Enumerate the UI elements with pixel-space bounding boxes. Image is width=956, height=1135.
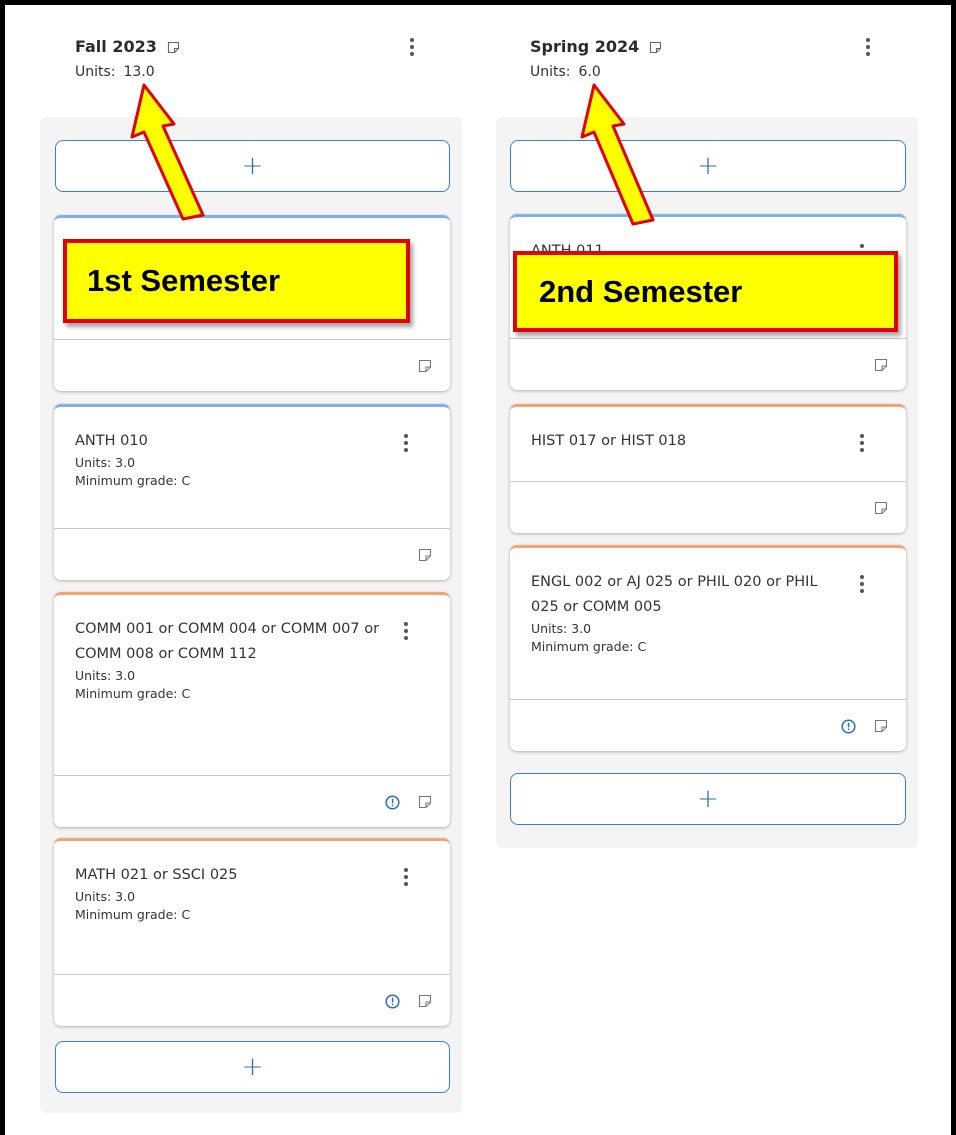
units-value: 6.0 — [578, 64, 601, 80]
note-icon[interactable] — [874, 719, 888, 733]
card-footer — [510, 699, 906, 751]
plus-icon: + — [241, 1052, 264, 1082]
more-vertical-icon[interactable] — [859, 575, 865, 593]
term-units: Units: 6.0 — [530, 64, 661, 80]
note-icon[interactable] — [874, 358, 888, 372]
note-icon[interactable] — [418, 548, 432, 562]
course-title: ENGL 002 or AJ 025 or PHIL 020 or PHIL 0… — [531, 574, 818, 615]
warning-circle-icon[interactable] — [385, 993, 400, 1009]
card-footer — [510, 338, 906, 390]
course-title: MATH 021 or SSCI 025 — [75, 867, 238, 883]
note-icon[interactable] — [167, 41, 179, 53]
plus-icon: + — [241, 151, 264, 181]
course-title: HIST 017 or HIST 018 — [531, 433, 687, 449]
term-header-fall-2023: Fall 2023 Units: 13.0 — [75, 37, 179, 80]
plus-icon: + — [697, 784, 719, 814]
add-course-button-bottom[interactable]: + — [55, 1041, 450, 1093]
callout-2nd-semester: 2nd Semester — [513, 251, 898, 332]
card-footer — [54, 775, 450, 827]
note-icon[interactable] — [418, 359, 432, 373]
course-card[interactable]: ENGL 002 or AJ 025 or PHIL 020 or PHIL 0… — [510, 545, 906, 751]
card-footer — [54, 528, 450, 580]
term-units: Units: 13.0 — [75, 64, 179, 80]
course-title: ANTH 010 — [75, 433, 148, 449]
term-title: Spring 2024 — [530, 37, 640, 56]
course-card[interactable]: MATH 021 or SSCI 025 Units: 3.0 Minimum … — [54, 838, 450, 1026]
course-min-grade: Minimum grade: C — [75, 907, 191, 922]
note-icon[interactable] — [649, 41, 662, 53]
more-vertical-icon[interactable] — [403, 434, 409, 452]
course-min-grade: Minimum grade: C — [531, 639, 647, 654]
course-card[interactable]: ANTH 010 Units: 3.0 Minimum grade: C — [54, 404, 450, 580]
course-units: Units: 3.0 — [75, 668, 136, 683]
warning-circle-icon[interactable] — [385, 794, 400, 810]
arrow-up-icon — [580, 83, 655, 226]
card-footer — [54, 339, 450, 391]
more-vertical-icon[interactable] — [409, 38, 415, 56]
note-icon[interactable] — [418, 795, 432, 809]
course-units: Units: 3.0 — [531, 621, 592, 636]
note-icon[interactable] — [418, 994, 432, 1008]
more-vertical-icon[interactable] — [403, 622, 409, 640]
more-vertical-icon[interactable] — [865, 38, 871, 56]
note-icon[interactable] — [874, 501, 888, 515]
more-vertical-icon[interactable] — [403, 868, 409, 886]
course-units: Units: 3.0 — [75, 455, 136, 470]
warning-circle-icon[interactable] — [841, 718, 856, 734]
course-card[interactable]: COMM 001 or COMM 004 or COMM 007 or COMM… — [54, 592, 450, 827]
callout-1st-semester: 1st Semester — [63, 239, 410, 323]
course-min-grade: Minimum grade: C — [75, 473, 191, 488]
term-header-spring-2024: Spring 2024 Units: 6.0 — [530, 37, 662, 80]
units-value: 13.0 — [123, 64, 155, 80]
card-footer — [510, 481, 906, 533]
card-footer — [54, 974, 450, 1026]
course-card[interactable]: HIST 017 or HIST 018 — [510, 404, 906, 533]
more-vertical-icon[interactable] — [859, 434, 865, 452]
arrow-up-icon — [130, 83, 205, 221]
term-course-list-spring-2024: + ANTH 011 HIST 017 or HIST 018 ENGL 002… — [496, 117, 918, 848]
add-course-button-top[interactable]: + — [55, 140, 450, 192]
term-title: Fall 2023 — [75, 37, 157, 56]
course-title: COMM 001 or COMM 004 or COMM 007 or COMM… — [75, 621, 380, 662]
course-units: Units: 3.0 — [75, 889, 136, 904]
course-min-grade: Minimum grade: C — [75, 686, 191, 701]
plus-icon: + — [697, 151, 719, 181]
units-label: Units: — [75, 64, 116, 80]
add-course-button-bottom[interactable]: + — [510, 773, 906, 825]
units-label: Units: — [530, 64, 571, 80]
